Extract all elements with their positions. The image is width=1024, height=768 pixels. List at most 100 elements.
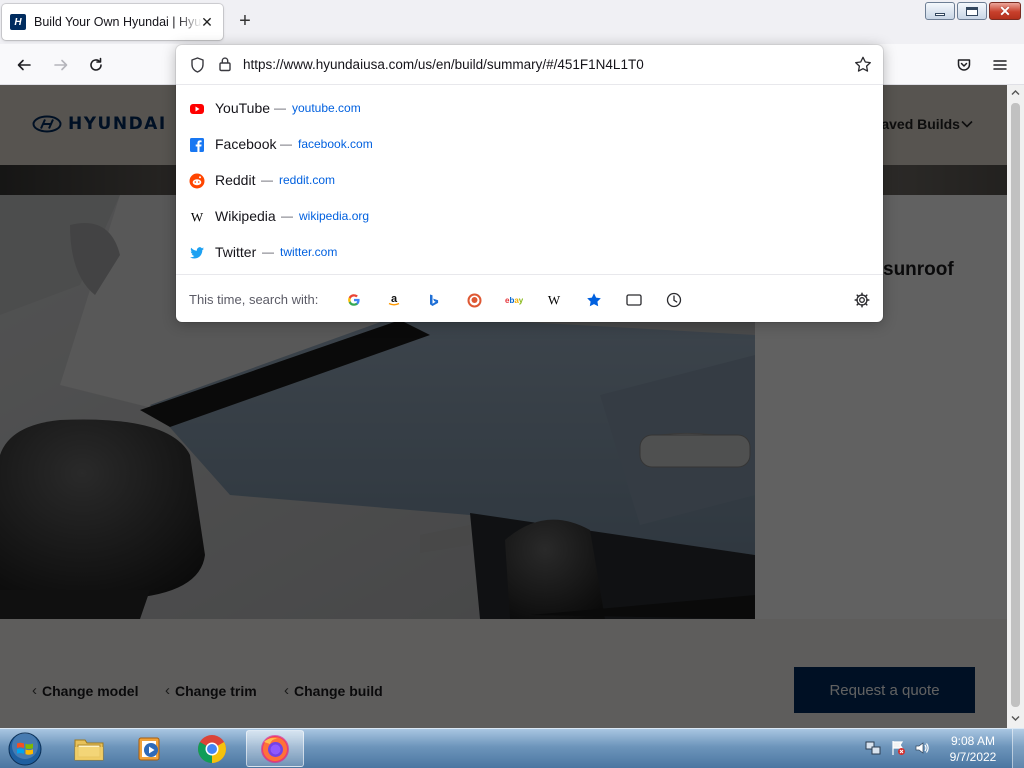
bookmark-star-icon[interactable] [854, 56, 872, 73]
search-history-button[interactable] [661, 287, 687, 313]
history-icon [666, 292, 682, 308]
lock-icon[interactable] [218, 56, 232, 72]
suggestion-name: Facebook [215, 136, 277, 152]
taskbar-file-explorer[interactable] [60, 730, 118, 767]
search-google-button[interactable] [341, 287, 367, 313]
menu-button[interactable] [986, 52, 1014, 78]
volume-icon [915, 742, 929, 754]
minimize-button[interactable] [925, 2, 955, 20]
close-window-button[interactable]: ✕ [989, 2, 1021, 20]
windows-start-icon [8, 732, 42, 766]
search-wikipedia-button[interactable]: W [541, 287, 567, 313]
feature-title: sunroof [883, 259, 954, 280]
pocket-button[interactable] [950, 52, 978, 78]
forward-button[interactable] [47, 52, 75, 78]
start-button[interactable] [4, 730, 46, 768]
tab-build-your-own-hyundai[interactable]: H Build Your Own Hyundai | Hyundai USA ✕ [2, 4, 223, 40]
chevron-left-icon: ‹ [284, 682, 289, 699]
separator-dash: — [281, 209, 293, 223]
url-input[interactable]: https://www.hyundaiusa.com/us/en/build/s… [243, 57, 644, 72]
system-clock[interactable]: 9:08 AM 9/7/2022 [938, 733, 1008, 765]
new-tab-button[interactable]: + [234, 10, 256, 34]
reload-button[interactable] [82, 52, 110, 78]
firefox-icon [261, 734, 289, 763]
chevron-left-icon: ‹ [165, 682, 170, 699]
suggestion-wikipedia[interactable]: W Wikipedia — wikipedia.org [176, 198, 883, 234]
search-bookmarks-button[interactable] [581, 287, 607, 313]
scroll-down-icon[interactable] [1011, 715, 1020, 722]
suggestion-url-group: — wikipedia.org [281, 209, 369, 223]
suggestion-url-group: — facebook.com [280, 137, 373, 151]
amazon-icon: a [388, 293, 400, 306]
suggestion-facebook[interactable]: Facebook — facebook.com [176, 126, 883, 162]
separator-dash: — [261, 173, 273, 187]
pocket-icon [957, 59, 971, 71]
network-icon [865, 741, 881, 755]
youtube-icon [190, 104, 204, 114]
close-icon: ✕ [999, 3, 1011, 19]
taskbar-chrome[interactable] [183, 730, 241, 767]
media-player-icon [138, 737, 160, 760]
back-button[interactable] [10, 52, 38, 78]
suggestion-url-group: — reddit.com [261, 173, 335, 187]
scroll-up-icon[interactable] [1011, 89, 1020, 96]
chevron-down-icon [961, 120, 973, 128]
svg-text:ebay: ebay [505, 296, 523, 305]
hyundai-emblem-icon [32, 115, 62, 133]
taskbar-firefox[interactable] [246, 730, 304, 767]
hyundai-logo[interactable]: HYUNDAI [32, 114, 167, 134]
tab-close-icon[interactable]: ✕ [199, 14, 215, 30]
tray-network[interactable] [864, 739, 882, 757]
suggestion-reddit[interactable]: Reddit — reddit.com [176, 162, 883, 198]
duckduckgo-icon [467, 293, 481, 307]
search-bing-button[interactable] [421, 287, 447, 313]
address-bar[interactable]: https://www.hyundaiusa.com/us/en/build/s… [176, 45, 883, 85]
chevron-left-icon: ‹ [32, 682, 37, 699]
action-center-flag-icon [892, 741, 905, 755]
google-icon [348, 294, 360, 306]
search-ebay-button[interactable]: ebay [501, 287, 527, 313]
taskbar-media-player[interactable] [121, 730, 179, 767]
request-quote-button[interactable]: Request a quote [794, 667, 975, 713]
show-desktop-button[interactable] [1012, 729, 1024, 768]
search-settings-button[interactable] [849, 287, 875, 313]
tray-action-center[interactable] [889, 739, 907, 757]
suggestion-twitter[interactable]: Twitter — twitter.com [176, 234, 883, 270]
minimize-icon [935, 12, 945, 16]
file-explorer-icon [74, 739, 104, 760]
suggestion-domain: wikipedia.org [299, 209, 370, 223]
build-footer: ‹ Change model ‹ Change trim ‹ Change build… [0, 619, 1007, 728]
svg-text:W: W [191, 210, 204, 225]
suggestion-domain: reddit.com [279, 173, 336, 187]
svg-text:W: W [548, 293, 561, 307]
suggestion-domain: twitter.com [280, 245, 338, 259]
tab-title: Build Your Own Hyundai | Hyundai USA [34, 15, 202, 29]
suggestion-name: Reddit [215, 172, 256, 188]
change-trim-link[interactable]: ‹ Change trim [165, 682, 257, 699]
search-amazon-button[interactable]: a [381, 287, 407, 313]
change-model-link[interactable]: ‹ Change model [32, 682, 138, 699]
separator-dash: — [274, 101, 286, 115]
wikipedia-icon: W [191, 210, 204, 225]
reddit-icon [189, 173, 205, 189]
suggestion-domain: youtube.com [292, 101, 361, 115]
change-build-link[interactable]: ‹ Change build [284, 682, 383, 699]
forward-arrow-icon [54, 59, 68, 71]
restore-button[interactable] [957, 2, 987, 20]
suggestion-url-group: — youtube.com [274, 101, 361, 115]
tab-strip: H Build Your Own Hyundai | Hyundai USA ✕… [0, 0, 1024, 44]
suggestion-youtube[interactable]: YouTube — youtube.com [176, 90, 883, 126]
search-oneoffs: This time, search with: a ebay W [176, 274, 883, 322]
svg-text:a: a [391, 293, 398, 305]
change-build-label: Change build [294, 682, 383, 699]
page-scrollbar[interactable] [1007, 85, 1024, 728]
saved-builds-menu[interactable]: Saved Builds [872, 116, 960, 132]
search-tabs-button[interactable] [621, 287, 647, 313]
suggestion-name: Twitter [215, 244, 257, 260]
urlbar-dropdown: https://www.hyundaiusa.com/us/en/build/s… [176, 45, 883, 322]
search-duckduckgo-button[interactable] [461, 287, 487, 313]
shield-icon[interactable] [190, 57, 205, 73]
tray-volume[interactable] [913, 739, 931, 757]
scrollbar-thumb[interactable] [1011, 103, 1020, 707]
bing-icon [430, 294, 439, 306]
